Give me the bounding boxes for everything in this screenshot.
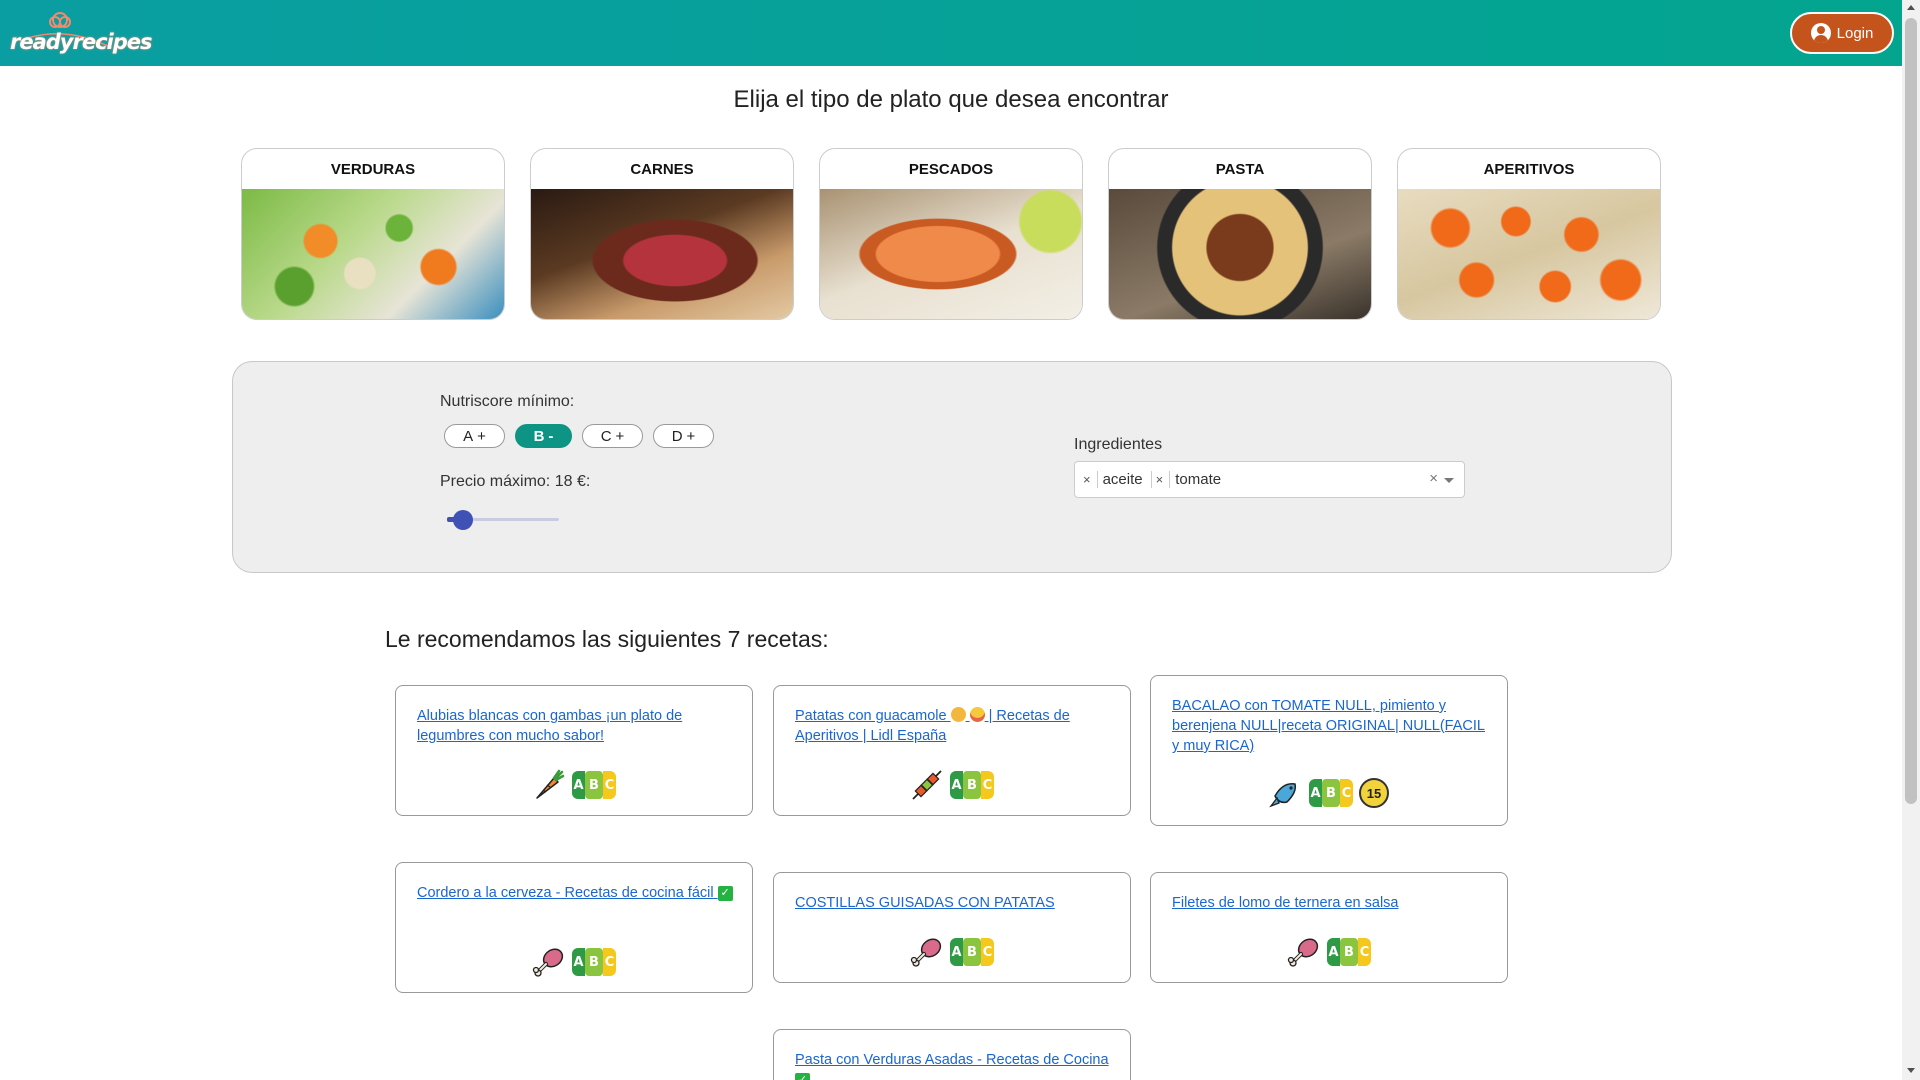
nutriscore-badge: ABC [572,771,616,799]
recipe-card: Alubias blancas con gambas ¡un plato de … [395,685,753,816]
steak-photo [531,189,793,319]
filter-panel: Nutriscore mínimo: A + B- C + D + Precio má… [232,361,1672,573]
face-emoji-icon [969,707,985,722]
recipe-badges: ABC [774,768,1130,802]
nutriscore-option-b[interactable]: B- [515,424,572,448]
drumstick-icon [1287,935,1321,969]
scrollbar-thumb[interactable] [1905,18,1917,804]
nutriscore-badge: ABC [950,938,994,966]
category-card-pasta[interactable]: PASTA [1108,148,1372,320]
recipe-title-link[interactable]: Cordero a la cerveza - Recetas de cocina… [417,883,737,903]
category-card-aperitivos[interactable]: APERITIVOS [1397,148,1661,320]
drumstick-icon [532,945,566,979]
recipe-badges: ABC [774,935,1130,969]
recipe-title-link[interactable]: Patatas con guacamole | Recetas de Aperi… [795,706,1115,746]
recipe-title-link[interactable]: Alubias blancas con gambas ¡un plato de … [417,706,737,746]
recipe-card: BACALAO con TOMATE NULL, pimiento y bere… [1150,675,1508,826]
nutriscore-badge: ABC [1327,938,1371,966]
check-emoji-icon: ✓ [795,1072,810,1080]
dropdown-arrow-icon[interactable] [1444,478,1454,483]
recipe-badges: ABC [396,945,752,979]
clear-selection-icon[interactable]: × [1429,470,1438,487]
slider-thumb[interactable] [452,510,473,530]
vegetables-photo [242,189,504,319]
nutriscore-option-a[interactable]: A + [444,424,505,448]
recommendations-title: Le recomendamos las siguientes 7 recetas… [385,626,829,652]
recipe-title-link[interactable]: BACALAO con TOMATE NULL, pimiento y bere… [1172,696,1492,756]
category-card-carnes[interactable]: CARNES [530,148,794,320]
category-card-pescados[interactable]: PESCADOS [819,148,1083,320]
remove-chip-icon[interactable]: × [1083,472,1091,487]
category-label: VERDURAS [330,160,416,178]
recipe-card: COSTILLAS GUISADAS CON PATATAS ABC [773,872,1131,983]
drumstick-icon [910,935,944,969]
top-header: readyrecipes Login [0,0,1902,66]
recipe-card: Pasta con Verduras Asadas - Recetas de C… [773,1029,1131,1080]
login-button[interactable]: Login [1790,12,1894,54]
remove-chip-icon[interactable]: × [1156,472,1164,487]
recipe-title-link[interactable]: Filetes de lomo de ternera en salsa [1172,893,1492,913]
ingredients-select[interactable]: × aceite × tomate × [1074,461,1465,498]
spaghetti-photo [1109,189,1371,319]
scroll-up-icon[interactable] [1907,5,1915,10]
scroll-down-icon[interactable] [1907,1068,1915,1073]
recipe-card: Patatas con guacamole | Recetas de Aperi… [773,685,1131,816]
ingredient-chip: × tomate [1150,471,1221,488]
category-card-verduras[interactable]: VERDURAS [241,148,505,320]
category-label: PESCADOS [908,160,994,178]
nutriscore-label: Nutriscore mínimo: [440,393,575,410]
ingredient-chip: × aceite [1083,471,1143,488]
vertical-scrollbar[interactable] [1902,0,1920,1080]
canapes-photo [1398,189,1660,319]
salmon-photo [820,189,1082,319]
carrot-icon [532,768,566,802]
recipe-title-link[interactable]: COSTILLAS GUISADAS CON PATATAS [795,893,1115,913]
readyrecipes-logo[interactable]: readyrecipes [8,8,153,58]
recipe-badges: ABC 15 [1151,776,1507,810]
max-price-slider[interactable] [447,510,559,530]
fish-icon [1269,776,1303,810]
category-list: VERDURAS CARNES PESCADOS PASTA APERITIVO… [241,148,1661,320]
chip-label: aceite [1096,471,1143,488]
check-emoji-icon: ✓ [717,885,733,901]
nutriscore-badge: ABC [572,948,616,976]
logo-text: readyrecipes [10,30,153,54]
user-icon [1810,23,1831,43]
recipe-card: Filetes de lomo de ternera en salsa ABC [1150,872,1508,983]
recipe-card: Cordero a la cerveza - Recetas de cocina… [395,862,753,993]
chip-label: tomate [1169,471,1221,488]
category-label: APERITIVOS [1483,160,1575,178]
login-label: Login [1836,24,1874,42]
recipe-title-link[interactable]: Pasta con Verduras Asadas - Recetas de C… [795,1050,1115,1080]
category-label: PASTA [1215,160,1265,178]
nutriscore-option-c[interactable]: C + [582,424,643,448]
recipe-badges: ABC [396,768,752,802]
category-label: CARNES [630,160,694,178]
page-title: Elija el tipo de plato que desea encontr… [733,86,1169,113]
skewer-icon [910,768,944,802]
ingredients-label: Ingredientes [1074,436,1163,453]
max-price-label: Precio máximo: 18 €: [440,473,591,490]
hand-emoji-icon [950,707,966,722]
recipe-badges: ABC [1151,935,1507,969]
nutriscore-badge: ABC [950,771,994,799]
price-badge: 15 [1359,778,1389,808]
nutriscore-options: A + B- C + D + [444,424,714,448]
nutriscore-badge: ABC [1309,779,1353,807]
nutriscore-option-d[interactable]: D + [653,424,714,448]
